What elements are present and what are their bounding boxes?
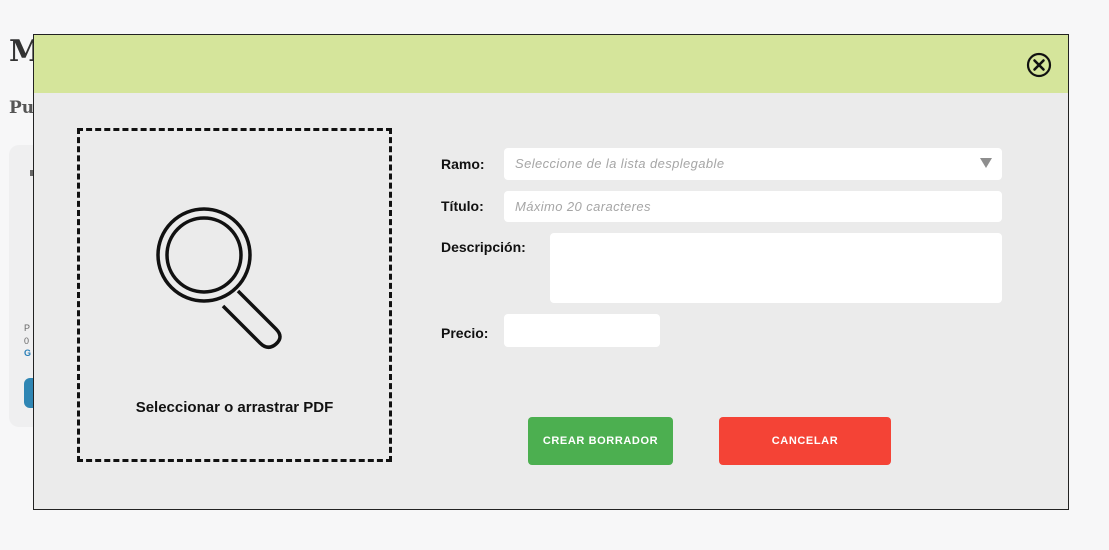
descripcion-label: Descripción:	[441, 239, 526, 255]
card-text-1: P	[24, 323, 31, 333]
create-draft-button[interactable]: CREAR BORRADOR	[528, 417, 673, 465]
dropzone-label: Seleccionar o arrastrar PDF	[135, 399, 334, 416]
card-text-2: 0	[24, 336, 30, 346]
ramo-select[interactable]: Seleccione de la lista desplegable	[504, 148, 1002, 180]
precio-label: Precio:	[441, 325, 489, 341]
card-link: G	[24, 348, 32, 358]
page-subtitle: Pu	[9, 98, 35, 118]
magnifier-icon	[156, 207, 282, 349]
precio-input[interactable]	[504, 314, 660, 347]
pdf-dropzone[interactable]: Seleccionar o arrastrar PDF	[77, 128, 392, 462]
create-draft-modal: Seleccionar o arrastrar PDF Ramo: Selecc…	[33, 34, 1069, 510]
dropdown-arrow-icon	[980, 158, 992, 168]
cancel-button[interactable]: CANCELAR	[719, 417, 891, 465]
ramo-placeholder: Seleccione de la lista desplegable	[515, 156, 725, 171]
titulo-label: Título:	[441, 198, 484, 214]
ramo-label: Ramo:	[441, 156, 485, 172]
descripcion-textarea[interactable]	[550, 233, 1002, 303]
titulo-input[interactable]	[504, 191, 1002, 222]
modal-header	[34, 35, 1068, 93]
close-icon[interactable]	[1026, 52, 1052, 78]
